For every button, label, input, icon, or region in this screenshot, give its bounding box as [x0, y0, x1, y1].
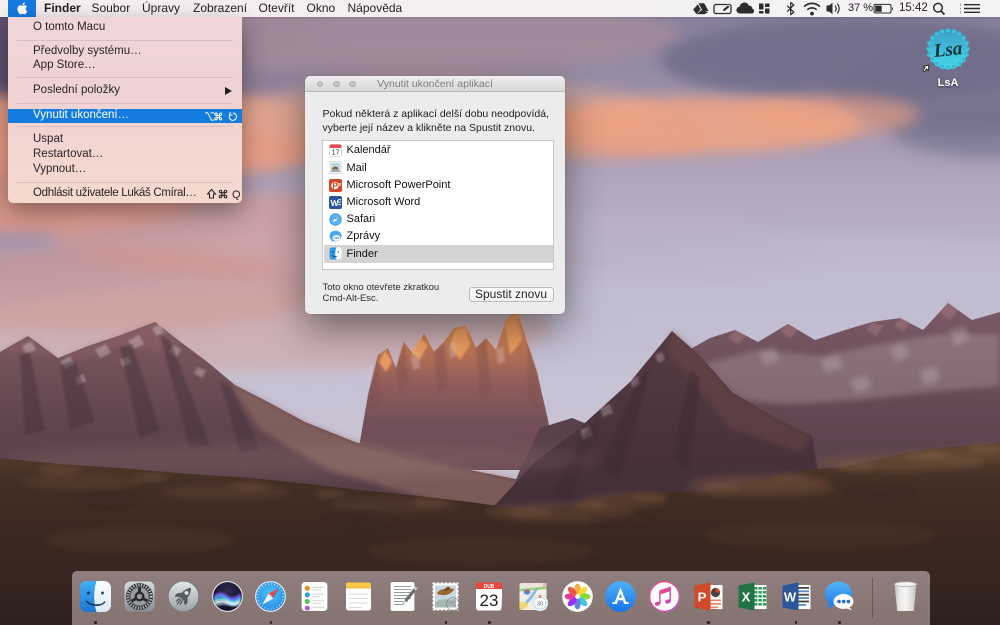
svg-text:P: P [332, 181, 338, 190]
svg-text:23: 23 [480, 591, 499, 610]
svg-text:P: P [698, 589, 707, 604]
svg-text:DUB: DUB [484, 584, 495, 590]
svg-text:X: X [741, 589, 750, 604]
svg-text:17: 17 [331, 150, 339, 157]
svg-text:Q: Q [232, 189, 241, 200]
svg-text:30: 30 [537, 601, 543, 607]
svg-text:W: W [783, 589, 796, 604]
svg-text:Lsa: Lsa [932, 38, 964, 62]
